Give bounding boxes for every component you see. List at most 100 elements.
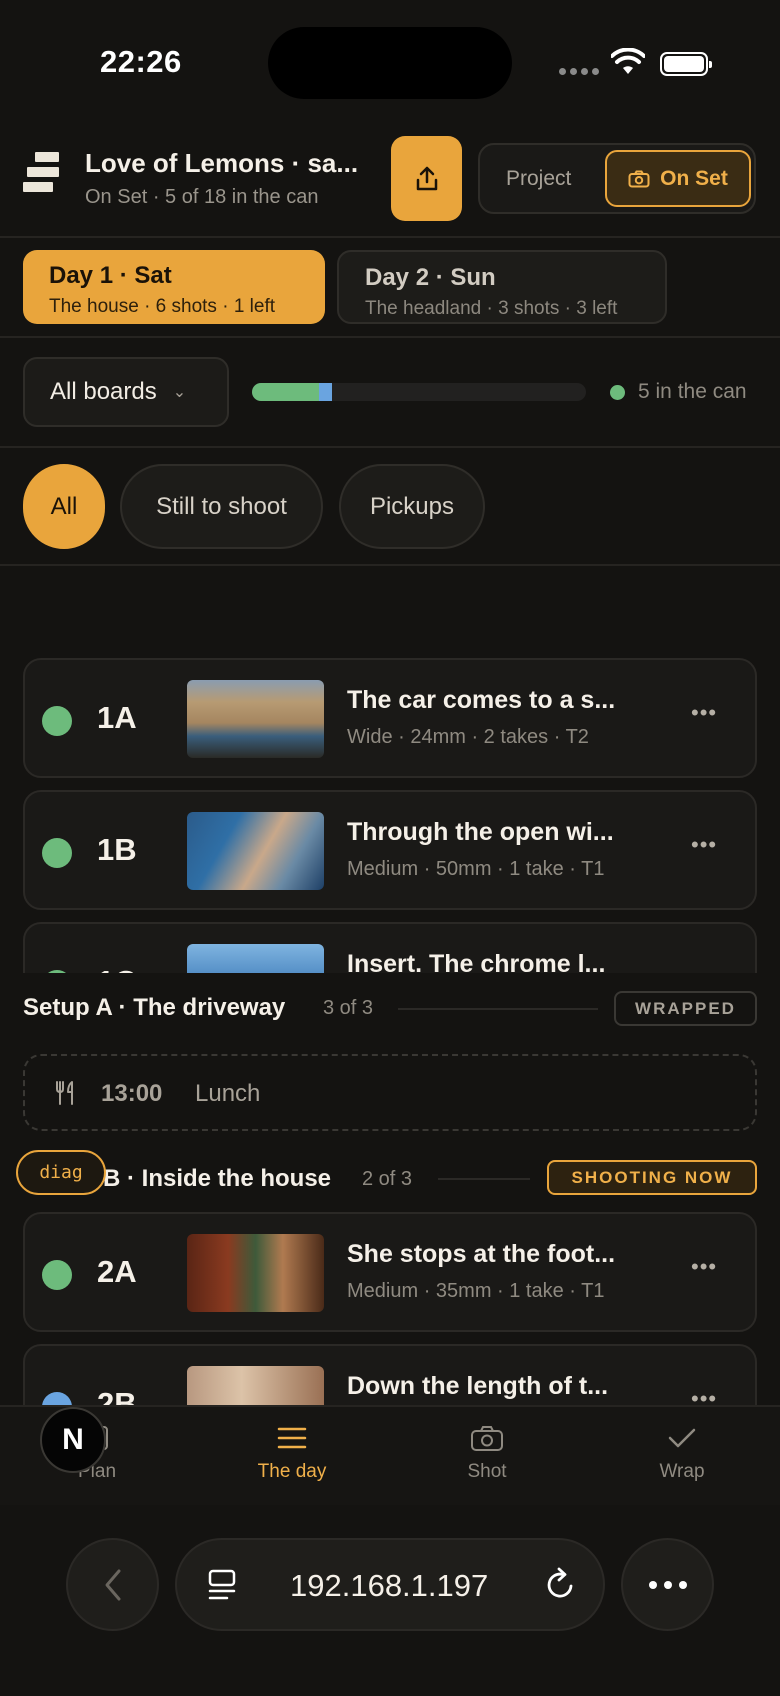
more-options-icon[interactable]: ••• [691, 964, 717, 973]
camera-icon [471, 1426, 503, 1451]
day-tab-subtitle: The headland · 3 shots · 3 left [365, 298, 618, 319]
shot-card[interactable]: 2B Down the length of t... ••• [23, 1344, 757, 1405]
boards-dropdown[interactable]: All boards ⌄ [23, 357, 229, 427]
tab-label: Shot [467, 1461, 507, 1482]
progress-done-fill [252, 383, 319, 401]
setup-count: 2 of 3 [362, 1168, 413, 1190]
shot-number: 2A [97, 1254, 137, 1289]
day-tab-subtitle: The house · 6 shots · 1 left [49, 296, 276, 317]
day-tab-1[interactable]: Day 1 · Sat The house · 6 shots · 1 left [23, 250, 325, 324]
diag-button[interactable]: diag [16, 1150, 106, 1195]
more-options-icon[interactable]: ••• [691, 1254, 717, 1280]
share-icon [416, 166, 437, 190]
bottom-tab-bar: Plan The day Shot Wrap [0, 1405, 780, 1505]
shot-number: 2B [97, 1386, 137, 1405]
status-in-progress-icon [42, 1392, 72, 1405]
tab-the-day[interactable]: The day [232, 1421, 352, 1483]
cellular-icon [559, 68, 599, 75]
divider [0, 446, 780, 448]
shot-thumbnail [187, 1234, 324, 1312]
shot-meta: Wide · 24mm · 2 takes · T2 [347, 726, 589, 748]
shot-title: Through the open wi... [347, 818, 614, 846]
status-done-icon [42, 838, 72, 868]
mode-onset-label: On Set [660, 166, 728, 190]
dev-tools-badge[interactable]: N [40, 1407, 106, 1473]
shot-thumbnail [187, 812, 324, 890]
tabs-icon [208, 1569, 236, 1600]
share-button[interactable] [391, 136, 462, 221]
shot-meta: Medium · 35mm · 1 take · T1 [347, 1280, 605, 1302]
shot-card[interactable]: 1C Insert. The chrome l... ••• [23, 922, 757, 973]
status-time: 22:26 [100, 44, 182, 79]
reload-icon[interactable] [545, 1566, 577, 1602]
shot-list-setup-a: 1A The car comes to a s... Wide · 24mm ·… [0, 560, 780, 973]
shot-card[interactable]: 1A The car comes to a s... Wide · 24mm ·… [23, 658, 757, 778]
in-can-count: 5 in the can [638, 380, 747, 403]
more-options-icon[interactable]: ••• [691, 700, 717, 726]
mode-switch: Project On Set [478, 143, 756, 214]
shot-title: Down the length of t... [347, 1372, 609, 1400]
lunch-break-row: 13:00 Lunch [23, 1054, 757, 1131]
shot-title: The car comes to a s... [347, 686, 616, 714]
mode-onset-button[interactable]: On Set [605, 150, 751, 207]
dynamic-island [268, 27, 512, 99]
status-badge-wrapped: WRAPPED [614, 991, 757, 1026]
url-bar[interactable]: 192.168.1.197 [175, 1538, 605, 1631]
shot-list-setup-b: 2A She stops at the foot... Medium · 35m… [0, 1210, 780, 1405]
divider [0, 336, 780, 338]
project-title[interactable]: Love of Lemons · sa... [85, 148, 358, 179]
more-menu-button[interactable] [621, 1538, 714, 1631]
shot-title: She stops at the foot... [347, 1240, 616, 1268]
day-tab-title: Day 2 · Sun [365, 264, 496, 291]
shot-thumbnail [187, 1366, 324, 1405]
tab-shot[interactable]: Shot [427, 1421, 547, 1483]
project-subtitle: On Set · 5 of 18 in the can [85, 186, 319, 208]
progress-active-fill [318, 383, 333, 401]
status-done-icon [42, 1260, 72, 1290]
filter-pickups-chip[interactable]: Pickups [339, 464, 485, 549]
chevron-left-icon [105, 1569, 120, 1600]
tab-label: The day [257, 1461, 327, 1482]
setup-title: B · Inside the house [103, 1165, 332, 1192]
fork-knife-icon [56, 1081, 73, 1105]
checkmark-icon [668, 1428, 696, 1448]
shot-number: 1C [97, 964, 137, 973]
more-options-icon[interactable]: ••• [691, 832, 717, 858]
in-can-dot-icon [610, 385, 625, 400]
lunch-time: 13:00 [101, 1080, 163, 1107]
more-options-icon[interactable]: ••• [691, 1386, 717, 1405]
shot-number: 1B [97, 832, 137, 867]
status-done-icon [42, 706, 72, 736]
day-tab-title: Day 1 · Sat [49, 262, 172, 289]
battery-icon [660, 52, 712, 76]
mode-project-button[interactable]: Project [506, 167, 571, 191]
setup-count: 3 of 3 [323, 997, 374, 1019]
shot-title: Insert. The chrome l... [347, 950, 606, 973]
filter-all-chip[interactable]: All [23, 464, 105, 549]
day-tab-2[interactable]: Day 2 · Sun The headland · 3 shots · 3 l… [337, 250, 667, 324]
divider [0, 236, 780, 238]
camera-icon [628, 170, 650, 187]
divider [438, 1178, 530, 1180]
shot-card[interactable]: 2A She stops at the foot... Medium · 35m… [23, 1212, 757, 1332]
shot-number: 1A [97, 700, 137, 735]
status-badge-shooting-now: SHOOTING NOW [547, 1160, 757, 1195]
back-button[interactable] [66, 1538, 159, 1631]
filter-still-to-shoot-chip[interactable]: Still to shoot [120, 464, 323, 549]
shot-meta: Medium · 50mm · 1 take · T1 [347, 858, 605, 880]
wifi-icon [611, 48, 645, 74]
shot-card[interactable]: 1B Through the open wi... Medium · 50mm … [23, 790, 757, 910]
day-progress-bar [252, 383, 586, 401]
shot-thumbnail [187, 680, 324, 758]
lunch-label: Lunch [195, 1080, 261, 1107]
setup-title: Setup A · The driveway [23, 994, 286, 1021]
list-icon [277, 1427, 307, 1449]
shot-thumbnail [187, 944, 324, 973]
boards-label: All boards [50, 378, 157, 405]
tab-wrap[interactable]: Wrap [622, 1421, 742, 1483]
app-logo-icon [23, 152, 59, 194]
url-text: 192.168.1.197 [290, 1568, 489, 1603]
tab-label: Wrap [659, 1461, 705, 1482]
divider [398, 1008, 598, 1010]
chevron-down-icon: ⌄ [172, 384, 187, 401]
